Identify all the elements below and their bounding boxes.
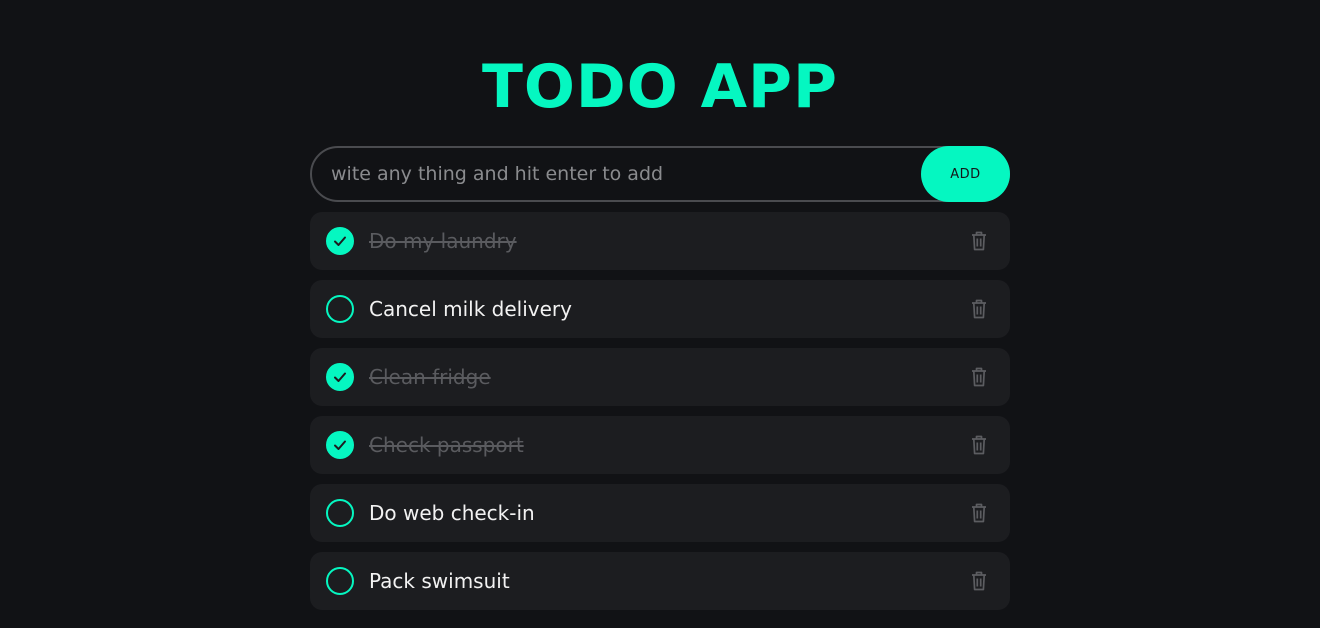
todo-text: Cancel milk delivery	[369, 297, 572, 321]
check-icon	[334, 236, 346, 246]
todo-item: Do web check-in	[310, 484, 1010, 542]
trash-icon[interactable]	[969, 434, 989, 456]
todo-list: Do my laundry Cancel milk delivery Clean…	[310, 212, 1010, 610]
add-button[interactable]: ADD	[921, 146, 1010, 202]
trash-icon[interactable]	[969, 502, 989, 524]
check-icon	[334, 440, 346, 450]
todo-checkbox[interactable]	[326, 499, 354, 527]
todo-text: Do my laundry	[369, 229, 517, 253]
todo-checkbox[interactable]	[326, 227, 354, 255]
todo-text: Check passport	[369, 433, 524, 457]
todo-input[interactable]	[310, 146, 1010, 202]
app-title: TODO APP	[481, 52, 839, 122]
trash-icon[interactable]	[969, 298, 989, 320]
todo-item: Check passport	[310, 416, 1010, 474]
todo-text: Clean fridge	[369, 365, 491, 389]
todo-text: Pack swimsuit	[369, 569, 510, 593]
todo-checkbox[interactable]	[326, 567, 354, 595]
todo-item: Do my laundry	[310, 212, 1010, 270]
todo-item: Cancel milk delivery	[310, 280, 1010, 338]
todo-checkbox[interactable]	[326, 295, 354, 323]
todo-app: TODO APP ADD Do my laundry Cancel milk d…	[310, 0, 1010, 610]
trash-icon[interactable]	[969, 570, 989, 592]
trash-icon[interactable]	[969, 230, 989, 252]
add-todo-form: ADD	[310, 146, 1010, 202]
check-icon	[334, 372, 346, 382]
todo-text: Do web check-in	[369, 501, 535, 525]
todo-item: Pack swimsuit	[310, 552, 1010, 610]
todo-item: Clean fridge	[310, 348, 1010, 406]
todo-checkbox[interactable]	[326, 431, 354, 459]
trash-icon[interactable]	[969, 366, 989, 388]
todo-checkbox[interactable]	[326, 363, 354, 391]
